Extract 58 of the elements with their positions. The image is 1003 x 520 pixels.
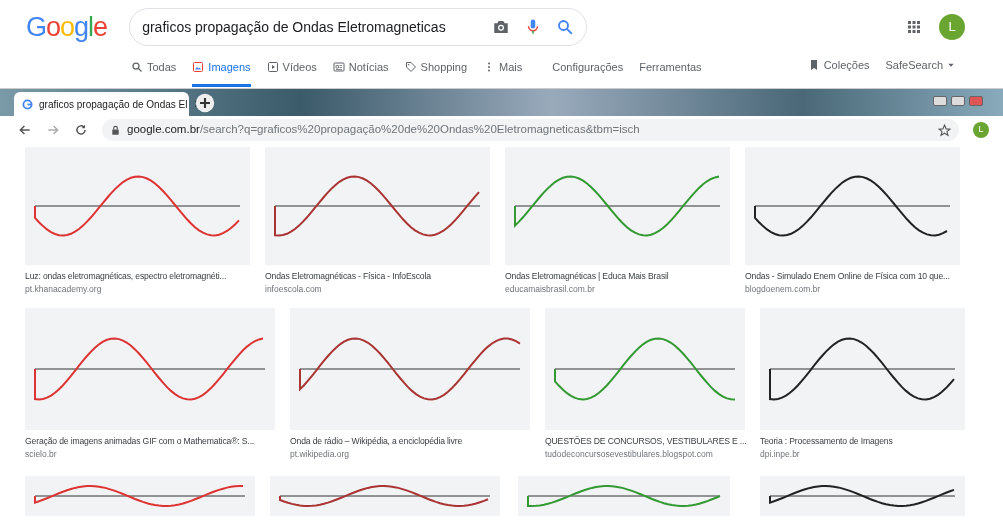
result-title[interactable]: Ondas Eletromagnéticas | Educa Mais Brasil <box>505 270 669 283</box>
result-source[interactable]: blogdoenem.com.br <box>745 282 960 296</box>
result-source[interactable]: educamaisbrasil.com.br <box>505 282 730 296</box>
google-favicon <box>22 98 33 110</box>
result-title[interactable]: Luz: ondas eletromagnéticas, espectro eletromagnéti... <box>25 270 227 283</box>
diagram-thumbnail[interactable] <box>760 476 965 517</box>
search-tab[interactable]: Vídeos <box>266 59 317 87</box>
back-arrow-icon[interactable] <box>18 123 32 137</box>
google-logo[interactable]: Google <box>26 13 108 41</box>
result-source[interactable]: tudodeconcursosevestibulares.blogspot.com <box>545 447 745 461</box>
tab-title: graficos propagação de Ondas El <box>39 97 188 112</box>
diagram-thumbnail[interactable] <box>545 307 745 430</box>
tag-icon <box>404 61 417 74</box>
search-icon[interactable] <box>556 18 575 36</box>
result-title[interactable]: QUESTÕES DE CONCURSOS, VESTIBULARES E ... <box>545 434 747 448</box>
reload-icon[interactable] <box>74 123 88 137</box>
result-source[interactable]: infoescola.com <box>265 282 490 296</box>
result-source[interactable]: scielo.br <box>25 447 275 461</box>
result-title[interactable]: Teoria : Processamento de Imagens <box>760 434 893 448</box>
lock-icon <box>110 124 121 136</box>
diagram-thumbnail[interactable] <box>760 307 965 430</box>
result-source[interactable]: pt.khanacademy.org <box>25 282 250 296</box>
diagram-thumbnail[interactable] <box>745 147 960 265</box>
search-tab[interactable]: Configurações <box>552 59 624 87</box>
result-source[interactable]: dpi.inpe.br <box>760 447 965 461</box>
search-tab[interactable]: Notícias <box>332 59 389 87</box>
minimize-button[interactable] <box>933 96 947 106</box>
safesearch-dropdown[interactable]: SafeSearch <box>885 57 955 77</box>
result-title[interactable]: Geração de imagens animadas GIF com o Mathematica®: S... <box>25 434 255 448</box>
search-tab[interactable]: Todas <box>131 59 177 87</box>
result-source[interactable]: pt.wikipedia.org <box>290 447 530 461</box>
search-tab[interactable]: Mais <box>483 59 523 87</box>
diagram-thumbnail[interactable] <box>290 307 530 430</box>
address-bar[interactable]: google.com.br/search?q=graficos%20propagação%20de%20Ondas%20Eletromagneticas&tbm=isch <box>102 119 959 141</box>
image-icon <box>192 61 205 74</box>
diagram-thumbnail[interactable] <box>25 476 255 517</box>
star-icon[interactable] <box>938 123 951 137</box>
camera-icon[interactable] <box>492 18 511 36</box>
diagram-thumbnail[interactable] <box>505 147 730 265</box>
new-tab-plus-icon[interactable] <box>195 93 215 113</box>
result-title[interactable]: Ondas - Simulado Enem Online de Física com 10 que... <box>745 270 950 283</box>
diagram-thumbnail[interactable] <box>270 476 500 517</box>
collections-link[interactable]: Coleções <box>807 57 870 77</box>
diagram-thumbnail[interactable] <box>265 147 490 265</box>
forward-arrow-icon[interactable] <box>46 123 60 137</box>
play-icon <box>266 61 279 74</box>
newspaper-icon <box>332 61 345 74</box>
search-tab[interactable]: Ferramentas <box>639 59 702 87</box>
search-icon <box>131 61 143 74</box>
result-title[interactable]: Onda de rádio – Wikipédia, a enciclopédia livre <box>290 434 463 448</box>
diagram-thumbnail[interactable] <box>518 476 730 517</box>
search-tab[interactable]: Shopping <box>404 59 468 87</box>
result-title[interactable]: Ondas Eletromagnéticas - Física - InfoEscola <box>265 270 431 283</box>
url-text: google.com.br/search?q=graficos%20propagação%20de%20Ondas%20Eletromagneticas&tbm=isch <box>127 122 641 138</box>
diagram-thumbnail[interactable] <box>25 147 250 265</box>
apps-grid-icon[interactable] <box>905 18 923 36</box>
diagram-thumbnail[interactable] <box>25 307 275 430</box>
restore-button[interactable] <box>951 96 965 106</box>
